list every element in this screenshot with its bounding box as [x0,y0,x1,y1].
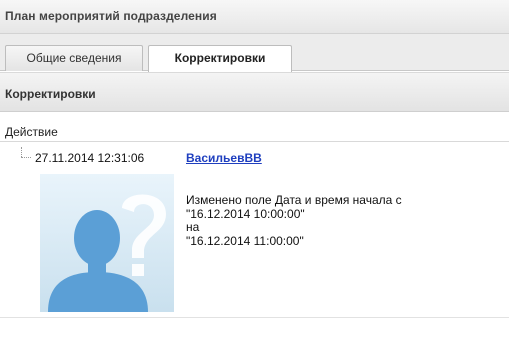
avatar-silhouette-icon [48,194,166,312]
change-line: на [186,220,200,234]
change-line: "16.12.2014 10:00:00" [186,206,305,221]
entry-timestamp: 27.11.2014 12:31:06 [35,151,145,165]
change-line: "16.12.2014 11:00:00" [186,233,304,248]
tab-corrections[interactable]: Корректировки [148,45,292,72]
tab-bar: Общие сведения Корректировки [0,34,509,72]
change-description: Изменено поле Дата и время начала с "16.… [186,193,402,248]
tab-general-info[interactable]: Общие сведения [5,45,143,71]
column-header-action: Действие [0,120,509,142]
section-title: Корректировки [0,72,509,112]
entry-user-link[interactable]: ВасильевВВ [186,151,262,165]
change-line: Изменено поле Дата и время начала с [186,193,402,207]
user-placeholder-icon [40,174,174,312]
tree-connector-vertical [21,147,22,157]
tree-connector-horizontal [21,157,31,158]
window-title: План мероприятий подразделения [0,0,509,34]
divider [0,317,509,318]
